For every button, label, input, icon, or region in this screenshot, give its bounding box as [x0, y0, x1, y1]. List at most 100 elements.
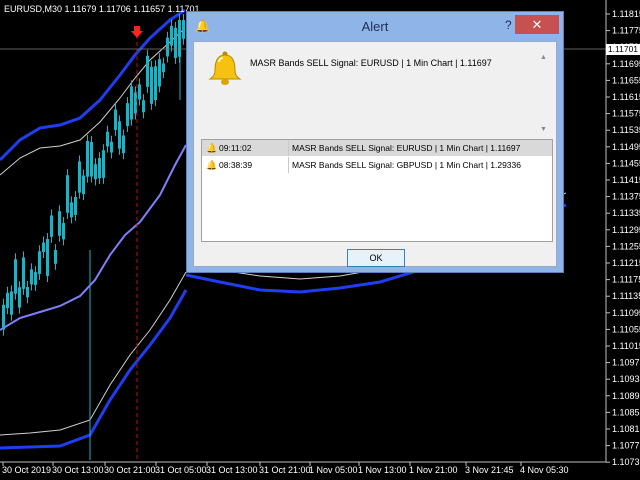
candle-body — [54, 250, 57, 264]
candle-body — [6, 292, 9, 309]
ok-button[interactable]: OK — [347, 249, 405, 267]
candle-body — [154, 66, 157, 101]
candle-body — [158, 59, 161, 87]
time-tick-label: 4 Nov 05:30 — [520, 465, 569, 475]
price-tick-label: 1.11415 — [612, 175, 640, 185]
alert-row-message: MASR Bands SELL Signal: EURUSD | 1 Min C… — [292, 143, 521, 153]
dialog-titlebar[interactable]: 🔔 Alert ? ✕ — [187, 12, 563, 41]
price-tick-label: 1.11455 — [612, 158, 640, 168]
candle-body — [22, 257, 25, 289]
upper-band-line — [0, 8, 186, 162]
candle-body — [146, 55, 149, 87]
price-tick-label: 1.11815 — [612, 9, 640, 19]
alert-history-list[interactable]: 🔔 09:11:02 MASR Bands SELL Signal: EURUSD … — [201, 139, 553, 242]
time-tick-label: 30 Oct 13:00 — [52, 465, 104, 475]
price-tick-label: 1.11055 — [612, 324, 640, 334]
alert-time: 08:38:39 — [219, 160, 253, 170]
candle-body — [98, 158, 101, 179]
help-button[interactable]: ? — [505, 18, 512, 32]
time-tick-label: 31 Oct 05:00 — [155, 465, 207, 475]
price-tick-label: 1.10775 — [612, 441, 640, 451]
price-tick-label: 1.11615 — [612, 92, 640, 102]
price-tick-label: 1.10895 — [612, 391, 640, 401]
price-tick-label: 1.11695 — [612, 59, 640, 69]
candle-body — [10, 291, 13, 315]
price-tick-label: 1.11295 — [612, 225, 640, 235]
close-button[interactable]: ✕ — [515, 15, 559, 34]
bell-icon: 🔔 — [206, 143, 218, 153]
price-tick-label: 1.11575 — [612, 109, 640, 119]
time-tick-label: 31 Oct 21:00 — [259, 465, 311, 475]
message-area: MASR Bands SELL Signal: EURUSD | 1 Min C… — [194, 42, 550, 137]
time-tick-label: 30 Oct 21:00 — [104, 465, 156, 475]
candle-body — [58, 211, 61, 236]
candle-body — [66, 175, 69, 213]
price-tick-label: 1.11175 — [612, 275, 640, 285]
candle-body — [126, 103, 129, 127]
candle-body — [94, 164, 97, 180]
alert-row[interactable]: 🔔 09:11:02 MASR Bands SELL Signal: EURUSD … — [202, 140, 552, 156]
price-tick-label: 1.11255 — [612, 241, 640, 251]
price-tick-label: 1.10935 — [612, 374, 640, 384]
alert-time-cell: 🔔 09:11:02 — [202, 140, 289, 156]
candle-body — [110, 141, 113, 153]
lower-band-line — [0, 289, 188, 450]
alert-row-message: MASR Bands SELL Signal: GBPUSD | 1 Min C… — [292, 160, 521, 170]
candle-body — [82, 175, 85, 195]
candle-body — [86, 140, 89, 177]
candle-body — [182, 20, 185, 39]
candle-body — [122, 135, 125, 154]
candle-body — [138, 84, 141, 100]
price-tick-label: 1.11375 — [612, 192, 640, 202]
candle-body — [170, 25, 173, 46]
candle-body — [174, 27, 177, 58]
candle-body — [42, 242, 45, 253]
candle-body — [38, 251, 41, 274]
price-tick-label: 1.10975 — [612, 358, 640, 368]
alert-time: 09:11:02 — [219, 143, 252, 153]
candle-body — [130, 86, 133, 120]
scroll-up-icon[interactable]: ▲ — [540, 54, 547, 61]
candle-body — [50, 215, 53, 237]
alert-message: MASR Bands SELL Signal: EURUSD | 1 Min C… — [250, 58, 492, 68]
candle-body — [150, 66, 153, 104]
current-price-tag: 1.11701 — [606, 44, 640, 55]
time-tick-label: 3 Nov 21:45 — [465, 465, 514, 475]
price-tick-label: 1.11095 — [612, 308, 640, 318]
bell-large-icon — [208, 51, 242, 85]
price-tick-label: 1.11535 — [612, 125, 640, 135]
candle-body — [26, 287, 29, 298]
candle-body — [74, 196, 77, 215]
candle-body — [90, 142, 93, 177]
candle-body — [166, 37, 169, 57]
price-tick-label: 1.11015 — [612, 341, 640, 351]
time-tick-label: 31 Oct 13:00 — [206, 465, 258, 475]
bell-icon: 🔔 — [206, 160, 218, 170]
candle-body — [14, 259, 17, 294]
candle-body — [34, 272, 37, 285]
sell-arrow-icon — [131, 26, 143, 38]
dialog-client: MASR Bands SELL Signal: EURUSD | 1 Min C… — [193, 41, 557, 267]
candle-body — [30, 269, 33, 285]
candle-body — [46, 238, 49, 277]
price-tick-label: 1.10815 — [612, 424, 640, 434]
candle-body — [118, 121, 121, 149]
scroll-down-icon[interactable]: ▼ — [540, 126, 547, 133]
alert-row[interactable]: 🔔 08:38:39 MASR Bands SELL Signal: GBPUSD … — [202, 157, 552, 173]
time-tick-label: 1 Nov 21:00 — [409, 465, 458, 475]
time-tick-label: 30 Oct 2019 — [2, 465, 51, 475]
time-tick-label: 1 Nov 05:00 — [309, 465, 358, 475]
candle-body — [70, 202, 73, 218]
candle-body — [114, 109, 117, 130]
price-tick-label: 1.11335 — [612, 208, 640, 218]
price-tick-label: 1.11775 — [612, 26, 640, 36]
price-tick-label: 1.10855 — [612, 407, 640, 417]
candle-body — [162, 63, 165, 73]
alert-time-cell: 🔔 08:38:39 — [202, 157, 289, 173]
price-tick-label: 1.11215 — [612, 258, 640, 268]
candle-body — [2, 304, 5, 330]
price-tick-label: 1.11655 — [612, 75, 640, 85]
candle-body — [18, 287, 21, 308]
alert-dialog: 🔔 Alert ? ✕ MASR Bands SELL Signal: EURU… — [186, 11, 564, 273]
candle-body — [102, 150, 105, 178]
